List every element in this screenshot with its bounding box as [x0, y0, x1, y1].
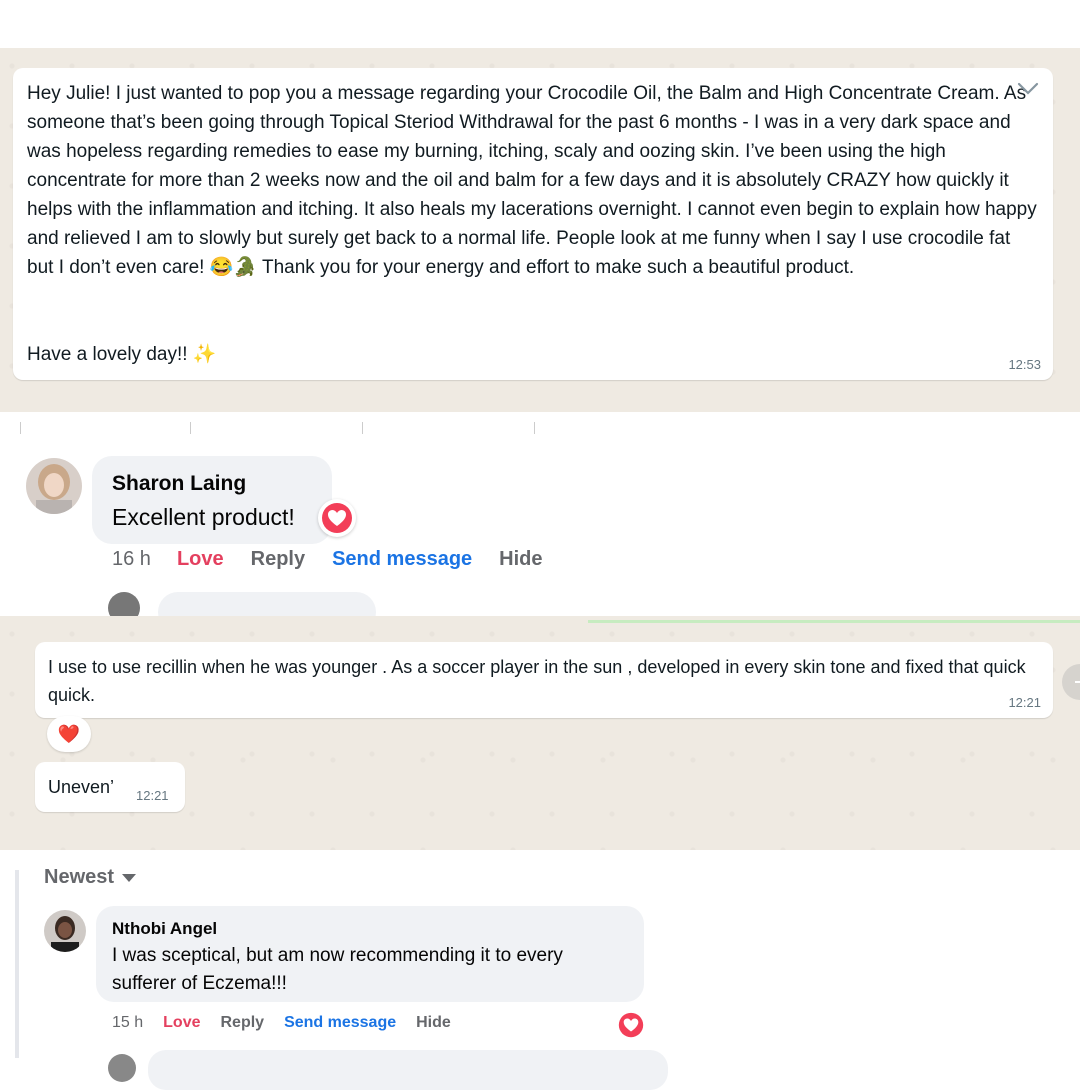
message-time: 12:21 — [1008, 695, 1041, 710]
avatar[interactable] — [26, 458, 82, 514]
send-message-link[interactable]: Send message — [332, 548, 472, 571]
message-text: Uneven’ — [48, 777, 115, 797]
commenter-name[interactable]: Nthobi Angel — [112, 919, 217, 939]
fb-comment-section-1: Sharon Laing Excellent product! 16 h Lov… — [0, 412, 1080, 632]
comment-time[interactable]: 16 h — [112, 548, 151, 571]
comment-text: Excellent product! — [112, 504, 295, 530]
chat-background-top: Hey Julie! I just wanted to pop you a me… — [0, 48, 1080, 412]
comment-actions: 15 h Love Reply Send message Hide — [112, 1014, 451, 1032]
comment-bubble[interactable]: Sharon Laing Excellent product! — [92, 456, 332, 544]
divider-tick — [20, 422, 21, 434]
next-reply-avatar-partial — [108, 1054, 136, 1082]
message-bubble-soccer[interactable]: I use to use recillin when he was younge… — [35, 642, 1053, 718]
caret-down-icon — [122, 866, 137, 889]
send-message-link[interactable]: Send message — [284, 1014, 396, 1032]
message-bubble-uneven[interactable]: Uneven’ 12:21 — [35, 762, 185, 812]
comment-time[interactable]: 15 h — [112, 1014, 143, 1032]
hide-link[interactable]: Hide — [499, 548, 542, 571]
heart-reaction-icon[interactable] — [616, 1010, 646, 1040]
commenter-name[interactable]: Sharon Laing — [112, 472, 246, 496]
message-text: I use to use recillin when he was younge… — [48, 657, 1026, 705]
top-accent-line — [588, 620, 1080, 623]
chat-background-bottom: I use to use recillin when he was younge… — [0, 616, 1080, 850]
heart-reaction-badge[interactable]: ❤️ — [47, 716, 91, 752]
thread-line — [15, 870, 19, 1058]
reply-link[interactable]: Reply — [220, 1014, 264, 1032]
sort-label: Newest — [44, 866, 115, 888]
comment-actions: 16 h Love Reply Send message Hide — [112, 548, 543, 571]
hide-link[interactable]: Hide — [416, 1014, 451, 1032]
comment-bubble[interactable]: Nthobi Angel I was sceptical, but am now… — [96, 906, 644, 1002]
message-signoff: Have a lovely day!! ✨ — [27, 344, 217, 365]
divider-tick — [362, 422, 363, 434]
avatar[interactable] — [44, 910, 86, 952]
next-reply-bubble-partial — [148, 1050, 668, 1090]
heart-reaction-icon[interactable] — [318, 499, 356, 537]
forward-icon[interactable] — [1062, 664, 1080, 700]
comment-text: I was sceptical, but am now recommending… — [112, 945, 563, 994]
message-time: 12:53 — [1008, 357, 1041, 372]
love-link[interactable]: Love — [177, 548, 224, 571]
sort-dropdown[interactable]: Newest — [44, 866, 137, 889]
love-link[interactable]: Love — [163, 1014, 200, 1032]
heart-icon: ❤️ — [57, 723, 81, 744]
fb-comment-section-2: Newest Nthobi Angel I was sceptical, but… — [0, 850, 1080, 1090]
message-paragraph: Hey Julie! I just wanted to pop you a me… — [27, 83, 1037, 278]
reply-link[interactable]: Reply — [251, 548, 305, 571]
divider-tick — [190, 422, 191, 434]
message-bubble-long[interactable]: Hey Julie! I just wanted to pop you a me… — [13, 68, 1053, 380]
divider-tick — [534, 422, 535, 434]
message-time: 12:21 — [136, 788, 169, 803]
chevron-down-icon[interactable] — [1017, 82, 1039, 101]
